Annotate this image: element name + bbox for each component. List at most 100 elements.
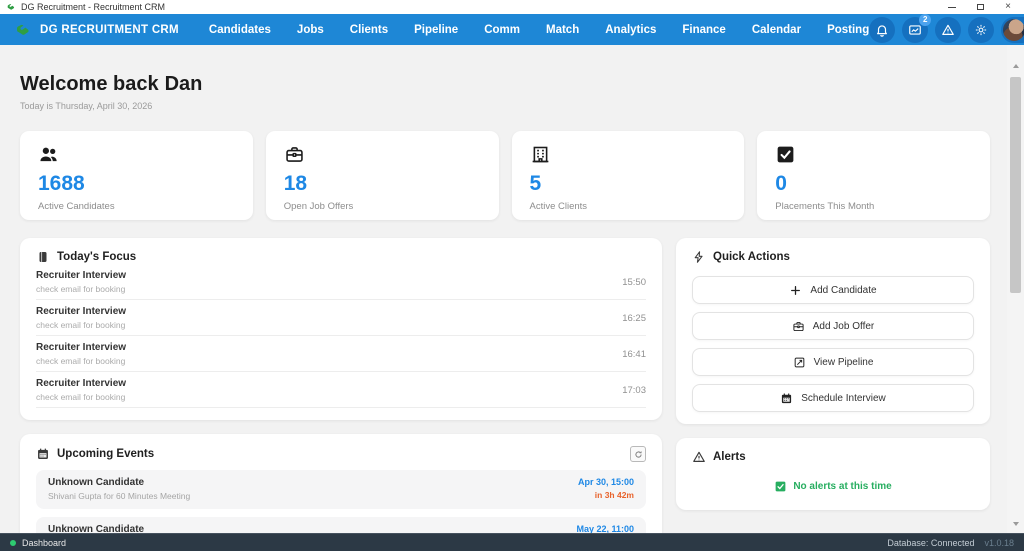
stat-value: 0 (775, 172, 787, 195)
close-button[interactable]: × (1002, 1, 1014, 13)
button-label: Add Candidate (810, 284, 877, 296)
focus-item[interactable]: Recruiter Interview check email for book… (36, 372, 646, 408)
event-row[interactable]: Unknown Candidate Index lumina și gaz Ma… (36, 517, 646, 533)
nav-item-clients[interactable]: Clients (350, 24, 388, 36)
statusbar-page: Dashboard (22, 537, 67, 548)
focus-title: Recruiter Interview (36, 378, 127, 389)
welcome-prefix: Welcome back (20, 73, 159, 95)
messages-button[interactable]: 2 (902, 13, 932, 43)
stat-label: Active Candidates (38, 201, 115, 213)
stat-card-placements[interactable]: 0 Placements This Month (757, 131, 990, 220)
upcoming-events-panel: Upcoming Events Unknown Candidate Shivan… (20, 434, 662, 533)
scroll-down-arrow[interactable] (1007, 517, 1024, 531)
warning-icon (942, 24, 955, 35)
add-candidate-button[interactable]: Add Candidate (692, 276, 974, 304)
brand: DG RECRUITMENT CRM (14, 21, 179, 39)
schedule-interview-button[interactable]: Schedule Interview (692, 384, 974, 412)
refresh-events-button[interactable] (630, 446, 646, 462)
event-row[interactable]: Unknown Candidate Shivani Gupta for 60 M… (36, 470, 646, 509)
refresh-icon (634, 450, 642, 458)
focus-item[interactable]: Recruiter Interview check email for book… (36, 336, 646, 372)
stat-card-open-job-offers[interactable]: 18 Open Job Offers (265, 131, 499, 220)
minimize-button[interactable] (946, 1, 958, 13)
messages-badge: 2 (919, 13, 932, 26)
stat-label: Open Job Offers (283, 201, 354, 213)
focus-time: 16:25 (622, 312, 646, 324)
brand-name: DG RECRUITMENT CRM (40, 23, 179, 36)
panel-title: Alerts (713, 451, 746, 463)
focus-item[interactable]: Recruiter Interview check email for book… (36, 264, 646, 300)
focus-subtitle: check email for booking (36, 392, 126, 402)
app-version: v1.0.18 (984, 537, 1014, 548)
scrollbar-thumb[interactable] (1010, 77, 1021, 293)
stats-row: 1688 Active Candidates 18 Open Job Offer… (20, 131, 990, 220)
titlebar: DG Recruitment - Recruitment CRM × (0, 0, 1024, 14)
focus-item[interactable]: Recruiter Interview check email for book… (36, 300, 646, 336)
settings-button[interactable] (968, 16, 995, 43)
event-date: May 22, 11:00 (576, 524, 634, 533)
stat-label: Placements This Month (775, 201, 875, 213)
event-title: Unknown Candidate (48, 477, 145, 488)
nav-item-candidates[interactable]: Candidates (209, 24, 271, 36)
panel-title: Today's Focus (57, 251, 137, 263)
pipeline-icon (794, 357, 804, 367)
app-icon (6, 2, 16, 12)
scroll-up-arrow[interactable] (1007, 59, 1024, 73)
nav-item-calendar[interactable]: Calendar (752, 24, 801, 36)
people-icon (40, 147, 57, 162)
nav-item-comm[interactable]: Comm (484, 24, 520, 36)
plus-icon (791, 285, 801, 295)
welcome-date: Today is Thursday, April 30, 2026 (20, 101, 153, 111)
stat-value: 18 (283, 172, 308, 195)
event-subtitle: Shivani Gupta for 60 Minutes Meeting (48, 491, 191, 501)
lightning-icon (694, 251, 703, 263)
focus-subtitle: check email for booking (36, 320, 126, 330)
event-date: Apr 30, 15:00 (577, 477, 634, 487)
nav-item-match[interactable]: Match (546, 24, 579, 36)
add-job-offer-button[interactable]: Add Job Offer (692, 312, 974, 340)
nav-item-analytics[interactable]: Analytics (605, 24, 656, 36)
vertical-scrollbar[interactable] (1007, 45, 1024, 533)
stat-card-active-clients[interactable]: 5 Active Clients (511, 131, 745, 220)
check-square-icon (776, 145, 795, 164)
todays-focus-panel: Today's Focus Recruiter Interview check … (20, 238, 662, 420)
button-label: Schedule Interview (801, 392, 886, 404)
user-menu[interactable]: Dan (1001, 16, 1024, 43)
nav-item-jobs[interactable]: Jobs (297, 24, 324, 36)
panel-title: Quick Actions (713, 251, 790, 263)
focus-subtitle: check email for booking (36, 356, 126, 366)
focus-subtitle: check email for booking (36, 284, 126, 294)
welcome-username: Dan (164, 73, 203, 95)
focus-time: 17:03 (622, 384, 646, 396)
notifications-button[interactable] (869, 16, 896, 43)
notebook-icon (39, 251, 47, 263)
avatar (1003, 18, 1024, 41)
focus-time: 16:41 (622, 348, 646, 360)
view-pipeline-button[interactable]: View Pipeline (692, 348, 974, 376)
warnings-button[interactable] (935, 16, 962, 43)
focus-title: Recruiter Interview (36, 270, 127, 281)
building-icon (531, 146, 549, 163)
quick-actions-panel: Quick Actions Add Candidate Add Job Offe… (676, 238, 990, 424)
stat-value: 1688 (38, 172, 85, 195)
left-column: Today's Focus Recruiter Interview check … (20, 238, 662, 533)
nav-item-finance[interactable]: Finance (682, 24, 725, 36)
bell-icon (877, 24, 888, 37)
window-title: DG Recruitment - Recruitment CRM (21, 2, 166, 12)
event-countdown: in 3h 42m (594, 490, 634, 500)
green-check-icon (775, 480, 787, 493)
statusbar: Dashboard Database: Connected v1.0.18 (0, 533, 1024, 551)
stat-card-active-candidates[interactable]: 1688 Active Candidates (20, 131, 253, 220)
focus-title: Recruiter Interview (36, 342, 127, 353)
maximize-button[interactable] (974, 1, 986, 13)
gear-icon (975, 23, 987, 36)
nav-item-posting[interactable]: Posting (827, 24, 869, 36)
stat-label: Active Clients (529, 201, 588, 213)
navbar: DG RECRUITMENT CRM Candidates Jobs Clien… (0, 13, 1024, 45)
stat-value: 5 (529, 172, 542, 195)
button-label: View Pipeline (813, 356, 874, 368)
panel-title: Upcoming Events (57, 448, 155, 460)
focus-time: 15:50 (622, 276, 646, 288)
nav-item-pipeline[interactable]: Pipeline (414, 24, 458, 36)
focus-title: Recruiter Interview (36, 306, 127, 317)
